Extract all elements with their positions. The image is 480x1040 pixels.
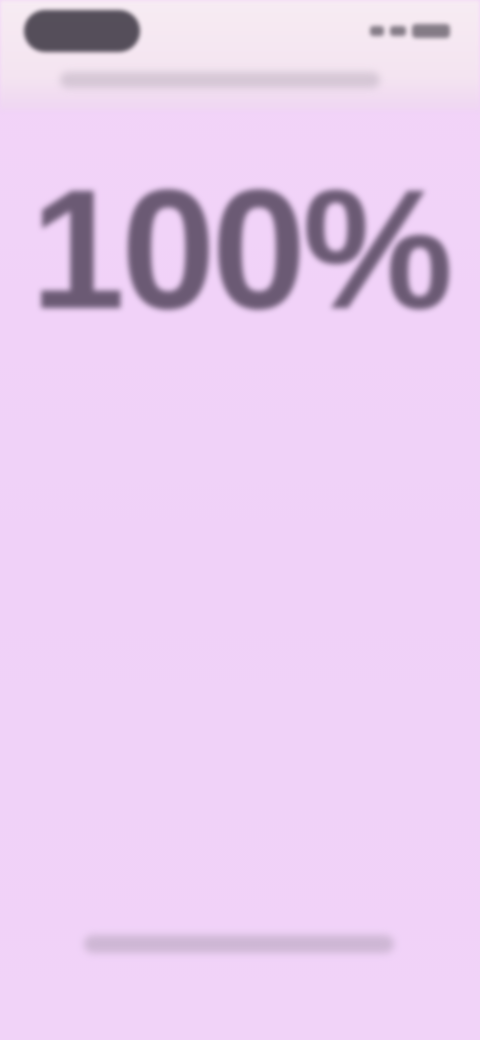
- battery-icon: [412, 24, 450, 38]
- header-bar: [60, 72, 380, 88]
- signal-icon: [370, 26, 384, 36]
- time-pill: [24, 10, 140, 52]
- home-indicator[interactable]: [84, 935, 394, 953]
- percentage-value: 100%: [30, 155, 454, 345]
- screen: 100%: [0, 0, 480, 1040]
- status-icons: [354, 18, 450, 44]
- wifi-icon: [390, 26, 406, 36]
